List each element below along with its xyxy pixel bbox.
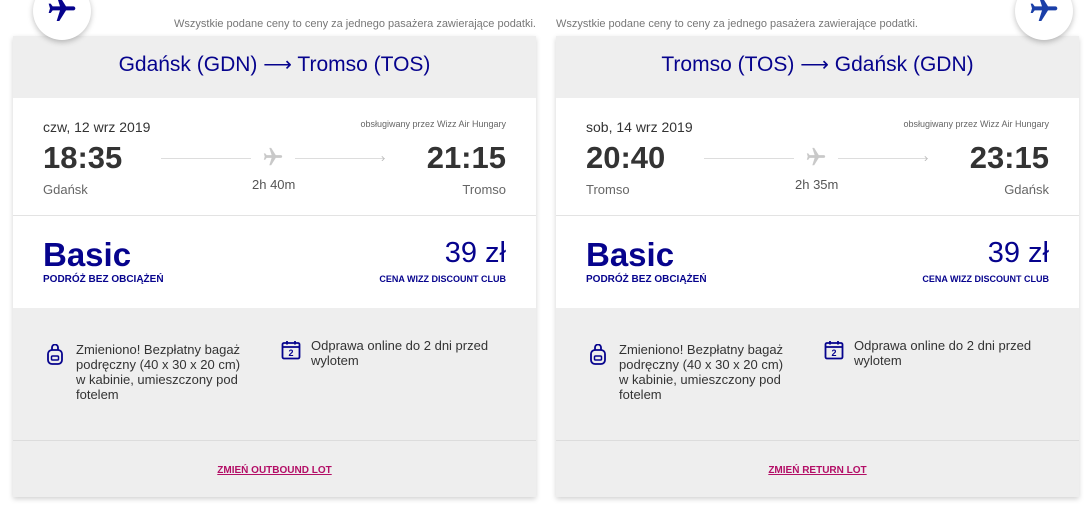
- arrival-time: 21:15: [426, 140, 506, 175]
- divider: [556, 215, 1079, 216]
- flight-date: sob, 14 wrz 2019: [586, 119, 693, 135]
- line-chevron-icon: ›: [381, 151, 385, 165]
- price-disclaimer: Wszystkie podane ceny to ceny za jednego…: [556, 18, 918, 30]
- arrival-city: Gdańsk: [1004, 182, 1049, 197]
- feature-baggage: Zmieniono! Bezpłatny bagaż podręczny (40…: [589, 342, 794, 402]
- flight-panel: Tromso (TOS) ⟶ Gdańsk (GDN) sob, 14 wrz …: [556, 36, 1079, 497]
- change-outbound-link[interactable]: ZMIEŃ OUTBOUND LOT: [13, 465, 536, 476]
- feature-checkin: 2 Odprawa online do 2 dni przed wylotem: [824, 338, 1044, 368]
- fare-name: Basic: [586, 236, 675, 273]
- airplane-icon: [46, 0, 78, 30]
- airplane-icon: [803, 146, 829, 173]
- fare-price: 39 zł: [444, 237, 506, 269]
- departure-time: 18:35: [43, 140, 123, 175]
- flight-details: sob, 14 wrz 2019 obsługiwany przez Wizz …: [556, 98, 1079, 308]
- route-destination: Gdańsk (GDN): [834, 53, 974, 76]
- route-title: Gdańsk (GDN) ⟶ Tromso (TOS): [13, 52, 536, 77]
- route-title: Tromso (TOS) ⟶ Gdańsk (GDN): [556, 52, 1079, 77]
- line-chevron-icon: ›: [924, 151, 928, 165]
- price-note: CENA WIZZ DISCOUNT CLUB: [922, 274, 1049, 284]
- route-line: [295, 158, 385, 159]
- calendar-icon: 2: [281, 340, 301, 365]
- feature-baggage-text: Zmieniono! Bezpłatny bagaż podręczny (40…: [619, 342, 784, 402]
- outbound-flight-card: Wszystkie podane ceny to ceny za jednego…: [13, 0, 536, 497]
- route-line: [161, 158, 251, 159]
- flight-badge: [1015, 0, 1073, 40]
- divider: [13, 215, 536, 216]
- arrival-city: Tromso: [462, 182, 506, 197]
- fare-name: Basic: [43, 236, 132, 273]
- operator-label: obsługiwany przez Wizz Air Hungary: [903, 119, 1049, 129]
- backpack-icon: [46, 343, 66, 371]
- route-line: [704, 158, 794, 159]
- flight-panel: Gdańsk (GDN) ⟶ Tromso (TOS) czw, 12 wrz …: [13, 36, 536, 497]
- route-origin: Gdańsk (GDN): [118, 53, 258, 76]
- flight-badge: [33, 0, 91, 40]
- airplane-icon: [1028, 0, 1060, 30]
- feature-baggage: Zmieniono! Bezpłatny bagaż podręczny (40…: [46, 342, 251, 402]
- feature-checkin-text: Odprawa online do 2 dni przed wylotem: [311, 338, 489, 368]
- calendar-number: 2: [831, 348, 836, 358]
- calendar-number: 2: [288, 348, 293, 358]
- flight-details: czw, 12 wrz 2019 obsługiwany przez Wizz …: [13, 98, 536, 308]
- route-origin: Tromso (TOS): [661, 53, 795, 76]
- divider: [556, 440, 1079, 441]
- feature-checkin: 2 Odprawa online do 2 dni przed wylotem: [281, 338, 501, 368]
- backpack-icon: [589, 343, 609, 371]
- flight-date: czw, 12 wrz 2019: [43, 119, 151, 135]
- departure-time: 20:40: [586, 140, 666, 175]
- airplane-icon: [260, 146, 286, 173]
- arrival-time: 23:15: [969, 140, 1049, 175]
- route-destination: Tromso (TOS): [297, 53, 431, 76]
- price-note: CENA WIZZ DISCOUNT CLUB: [379, 274, 506, 284]
- operator-label: obsługiwany przez Wizz Air Hungary: [360, 119, 506, 129]
- flight-duration: 2h 40m: [252, 177, 296, 192]
- feature-baggage-text: Zmieniono! Bezpłatny bagaż podręczny (40…: [76, 342, 241, 402]
- departure-city: Gdańsk: [43, 182, 88, 197]
- calendar-icon: 2: [824, 340, 844, 365]
- route-arrow: ⟶: [263, 54, 292, 76]
- fare-price: 39 zł: [987, 237, 1049, 269]
- change-return-link[interactable]: ZMIEŃ RETURN LOT: [556, 465, 1079, 476]
- flight-duration: 2h 35m: [795, 177, 839, 192]
- fare-subtitle: PODRÓŻ BEZ OBCIĄŻEŃ: [586, 274, 707, 285]
- route-line: [838, 158, 928, 159]
- price-disclaimer: Wszystkie podane ceny to ceny za jednego…: [174, 18, 536, 30]
- feature-checkin-text: Odprawa online do 2 dni przed wylotem: [854, 338, 1032, 368]
- route-arrow: ⟶: [800, 54, 829, 76]
- divider: [13, 440, 536, 441]
- fare-subtitle: PODRÓŻ BEZ OBCIĄŻEŃ: [43, 274, 164, 285]
- departure-city: Tromso: [586, 182, 630, 197]
- return-flight-card: Wszystkie podane ceny to ceny za jednego…: [556, 0, 1079, 497]
